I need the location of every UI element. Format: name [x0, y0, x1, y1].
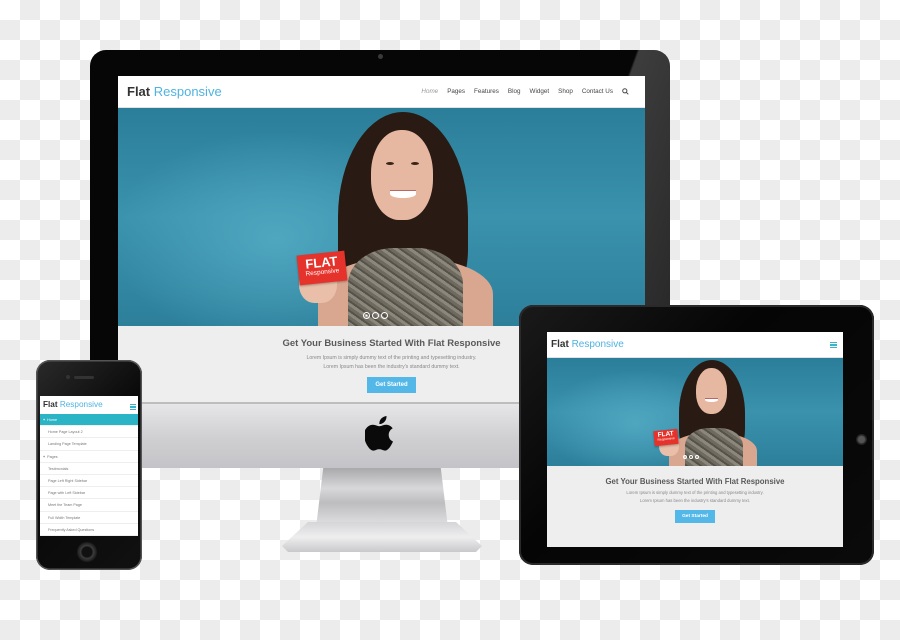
monitor-camera: [378, 54, 383, 59]
cta-text: Lorem Ipsum is simply dummy text of the …: [626, 490, 764, 503]
slider-pagination: [363, 312, 388, 319]
slider-dot-3[interactable]: [695, 455, 699, 459]
tablet-home-button: [856, 434, 867, 445]
nav-contact-us[interactable]: Contact Us: [582, 88, 613, 95]
phone-menu-item[interactable]: Landing Page Template: [40, 438, 138, 451]
phone-camera: [66, 375, 70, 379]
nav-widget[interactable]: Widget: [530, 88, 550, 95]
logo-primary-text: Flat: [127, 84, 151, 99]
phone-home-button: [77, 542, 97, 562]
hero-model-image: [657, 358, 767, 466]
slider-dot-1[interactable]: [683, 455, 687, 459]
phone-menu-item[interactable]: Full Width Template: [40, 512, 138, 524]
phone-speaker: [74, 376, 94, 379]
phone-menu-item[interactable]: Meet the Team Page: [40, 499, 138, 512]
phone-screen: Flat Responsive + Home Home Page Layout 2…: [40, 396, 138, 536]
phone-site-logo[interactable]: Flat Responsive: [43, 400, 103, 409]
phone-menu-item[interactable]: Page Left Right Sidebar: [40, 475, 138, 488]
nav-shop[interactable]: Shop: [558, 88, 573, 95]
nav-blog[interactable]: Blog: [508, 88, 521, 95]
tablet-cta-section: Get Your Business Started With Flat Resp…: [547, 466, 843, 547]
desktop-hero-slider: FLAT Responsive: [118, 108, 645, 326]
desktop-nav: Home Pages Features Blog Widget Shop Con…: [421, 88, 629, 95]
phone-menu-item-home[interactable]: + Home: [40, 414, 138, 427]
tablet-site-header: Flat Responsive: [547, 332, 843, 358]
monitor-stand-neck: [316, 468, 448, 526]
phone-site-header: Flat Responsive: [40, 396, 138, 414]
slider-dot-2[interactable]: [689, 455, 693, 459]
nav-pages[interactable]: Pages: [447, 88, 465, 95]
phone-menu-item[interactable]: Home Page Layout 2: [40, 426, 138, 439]
phone-menu-item-pages[interactable]: + Pages: [40, 451, 138, 463]
flat-responsive-card: FLAT Responsive: [296, 250, 348, 286]
hero-model-image: [293, 108, 513, 326]
tablet-screen: Flat Responsive FLAT Responsive Get Your…: [547, 332, 843, 547]
monitor-stand-base: [282, 522, 482, 552]
get-started-button[interactable]: Get Started: [675, 510, 715, 523]
slider-dot-2[interactable]: [372, 312, 379, 319]
nav-features[interactable]: Features: [474, 88, 499, 95]
tablet-hero-slider: FLAT Responsive: [547, 358, 843, 466]
nav-home[interactable]: Home: [421, 88, 438, 95]
flat-responsive-card: FLAT Responsive: [653, 428, 679, 447]
hamburger-icon[interactable]: [830, 342, 837, 348]
hamburger-icon[interactable]: [130, 404, 136, 410]
phone-nav-menu: + Home Home Page Layout 2 Landing Page Te…: [40, 414, 138, 536]
slider-pagination: [683, 455, 699, 459]
search-icon[interactable]: [622, 88, 629, 95]
get-started-button[interactable]: Get Started: [367, 377, 416, 393]
logo-accent-text: Responsive: [153, 84, 222, 99]
cta-title: Get Your Business Started With Flat Resp…: [605, 477, 785, 486]
apple-logo-icon: [365, 416, 393, 451]
phone-menu-item[interactable]: Testimonials: [40, 463, 138, 475]
desktop-site-logo[interactable]: Flat Responsive: [127, 84, 222, 99]
phone-menu-item[interactable]: Page with Left Sidebar: [40, 487, 138, 500]
tablet-site-logo[interactable]: Flat Responsive: [551, 339, 624, 350]
slider-dot-3[interactable]: [381, 312, 388, 319]
phone-menu-item[interactable]: Frequently Asked Questions: [40, 524, 138, 536]
slider-dot-1[interactable]: [363, 312, 370, 319]
desktop-site-header: Flat Responsive Home Pages Features Blog…: [118, 76, 645, 108]
